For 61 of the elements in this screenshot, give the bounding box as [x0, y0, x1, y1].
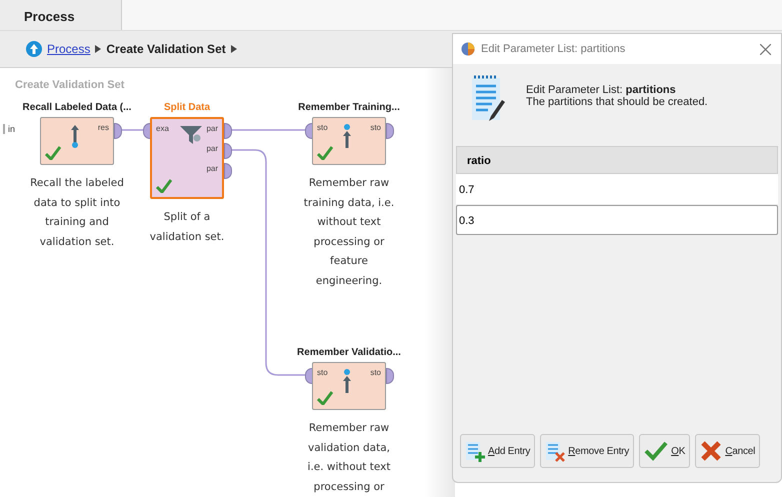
arrow-icon	[69, 123, 81, 149]
operator-box[interactable]: res	[40, 117, 114, 165]
output-port[interactable]	[386, 123, 394, 139]
operator-description: Remember raw training data, i.e. without text processing or feature engineering.	[302, 176, 396, 288]
operator-box[interactable]: sto sto	[312, 362, 386, 410]
dialog-description: The partitions that should be created.	[526, 96, 708, 108]
operator-box[interactable]: sto sto	[312, 117, 386, 165]
checkmark-icon	[317, 146, 333, 160]
column-header[interactable]: ratio	[456, 146, 778, 174]
add-button[interactable]: Add Entry	[460, 434, 536, 468]
canvas-title: Create Validation Set	[15, 79, 124, 91]
ok-button[interactable]: OK	[639, 434, 690, 468]
operator-name: Recall Labeled Data (...	[22, 102, 132, 113]
cell-input-field[interactable]: 0.3	[456, 205, 778, 235]
output-port[interactable]	[224, 123, 232, 139]
checkmark-icon	[45, 146, 61, 160]
close-icon	[700, 440, 722, 462]
operator-description: Remember raw validation data, i.e. without text processing or	[306, 421, 392, 494]
operator-description: Split of a validation set.	[148, 210, 226, 244]
caret-icon	[230, 45, 237, 53]
operator-name: Remember Validatio...	[297, 347, 401, 358]
dialog-title: Edit Parameter List: partitions	[481, 43, 626, 55]
breadcrumb-item[interactable]: Create Validation Set	[106, 42, 226, 56]
port-label: in	[3, 124, 16, 134]
port-label: sto	[370, 123, 381, 132]
notepad-icon	[470, 74, 506, 122]
remove-button[interactable]: Remove Entry	[540, 434, 634, 468]
funnel-icon	[179, 124, 203, 146]
process-tab[interactable]: Process	[0, 0, 122, 30]
port-label: res	[98, 123, 109, 132]
dialog-heading: Edit Parameter List: partitions	[526, 84, 677, 96]
checkmark-icon	[644, 441, 668, 461]
connection-line	[120, 129, 145, 131]
remove-list-icon	[545, 440, 566, 462]
port-label: par	[206, 164, 218, 173]
app-icon	[461, 42, 475, 56]
operator-name: Split Data	[164, 102, 210, 113]
output-port[interactable]	[114, 123, 122, 139]
output-port[interactable]	[224, 163, 232, 179]
port-label: sto	[317, 368, 328, 377]
port-label: par	[206, 144, 218, 153]
arrow-icon	[341, 368, 353, 394]
operator-name: Remember Training...	[298, 102, 400, 113]
caret-icon	[95, 45, 102, 53]
port-label: sto	[370, 368, 381, 377]
operator-box[interactable]: exa par par par	[150, 117, 224, 199]
port-label: par	[206, 124, 218, 133]
breadcrumb-link[interactable]: Process	[47, 42, 90, 56]
output-port[interactable]	[224, 143, 232, 159]
checkmark-icon	[156, 179, 172, 193]
close-icon	[760, 44, 771, 54]
port-label: exa	[156, 124, 169, 133]
cancel-button[interactable]: Cancel	[695, 434, 760, 468]
table-cell[interactable]: 0.7	[456, 174, 778, 204]
output-port[interactable]	[386, 368, 394, 384]
arrow-icon	[341, 123, 353, 149]
close-button[interactable]	[758, 42, 773, 56]
add-list-icon	[465, 440, 485, 462]
port-label: sto	[317, 123, 328, 132]
operator-description: Recall the labeled data to split into training and validation set.	[29, 176, 125, 250]
checkmark-icon	[317, 391, 333, 405]
